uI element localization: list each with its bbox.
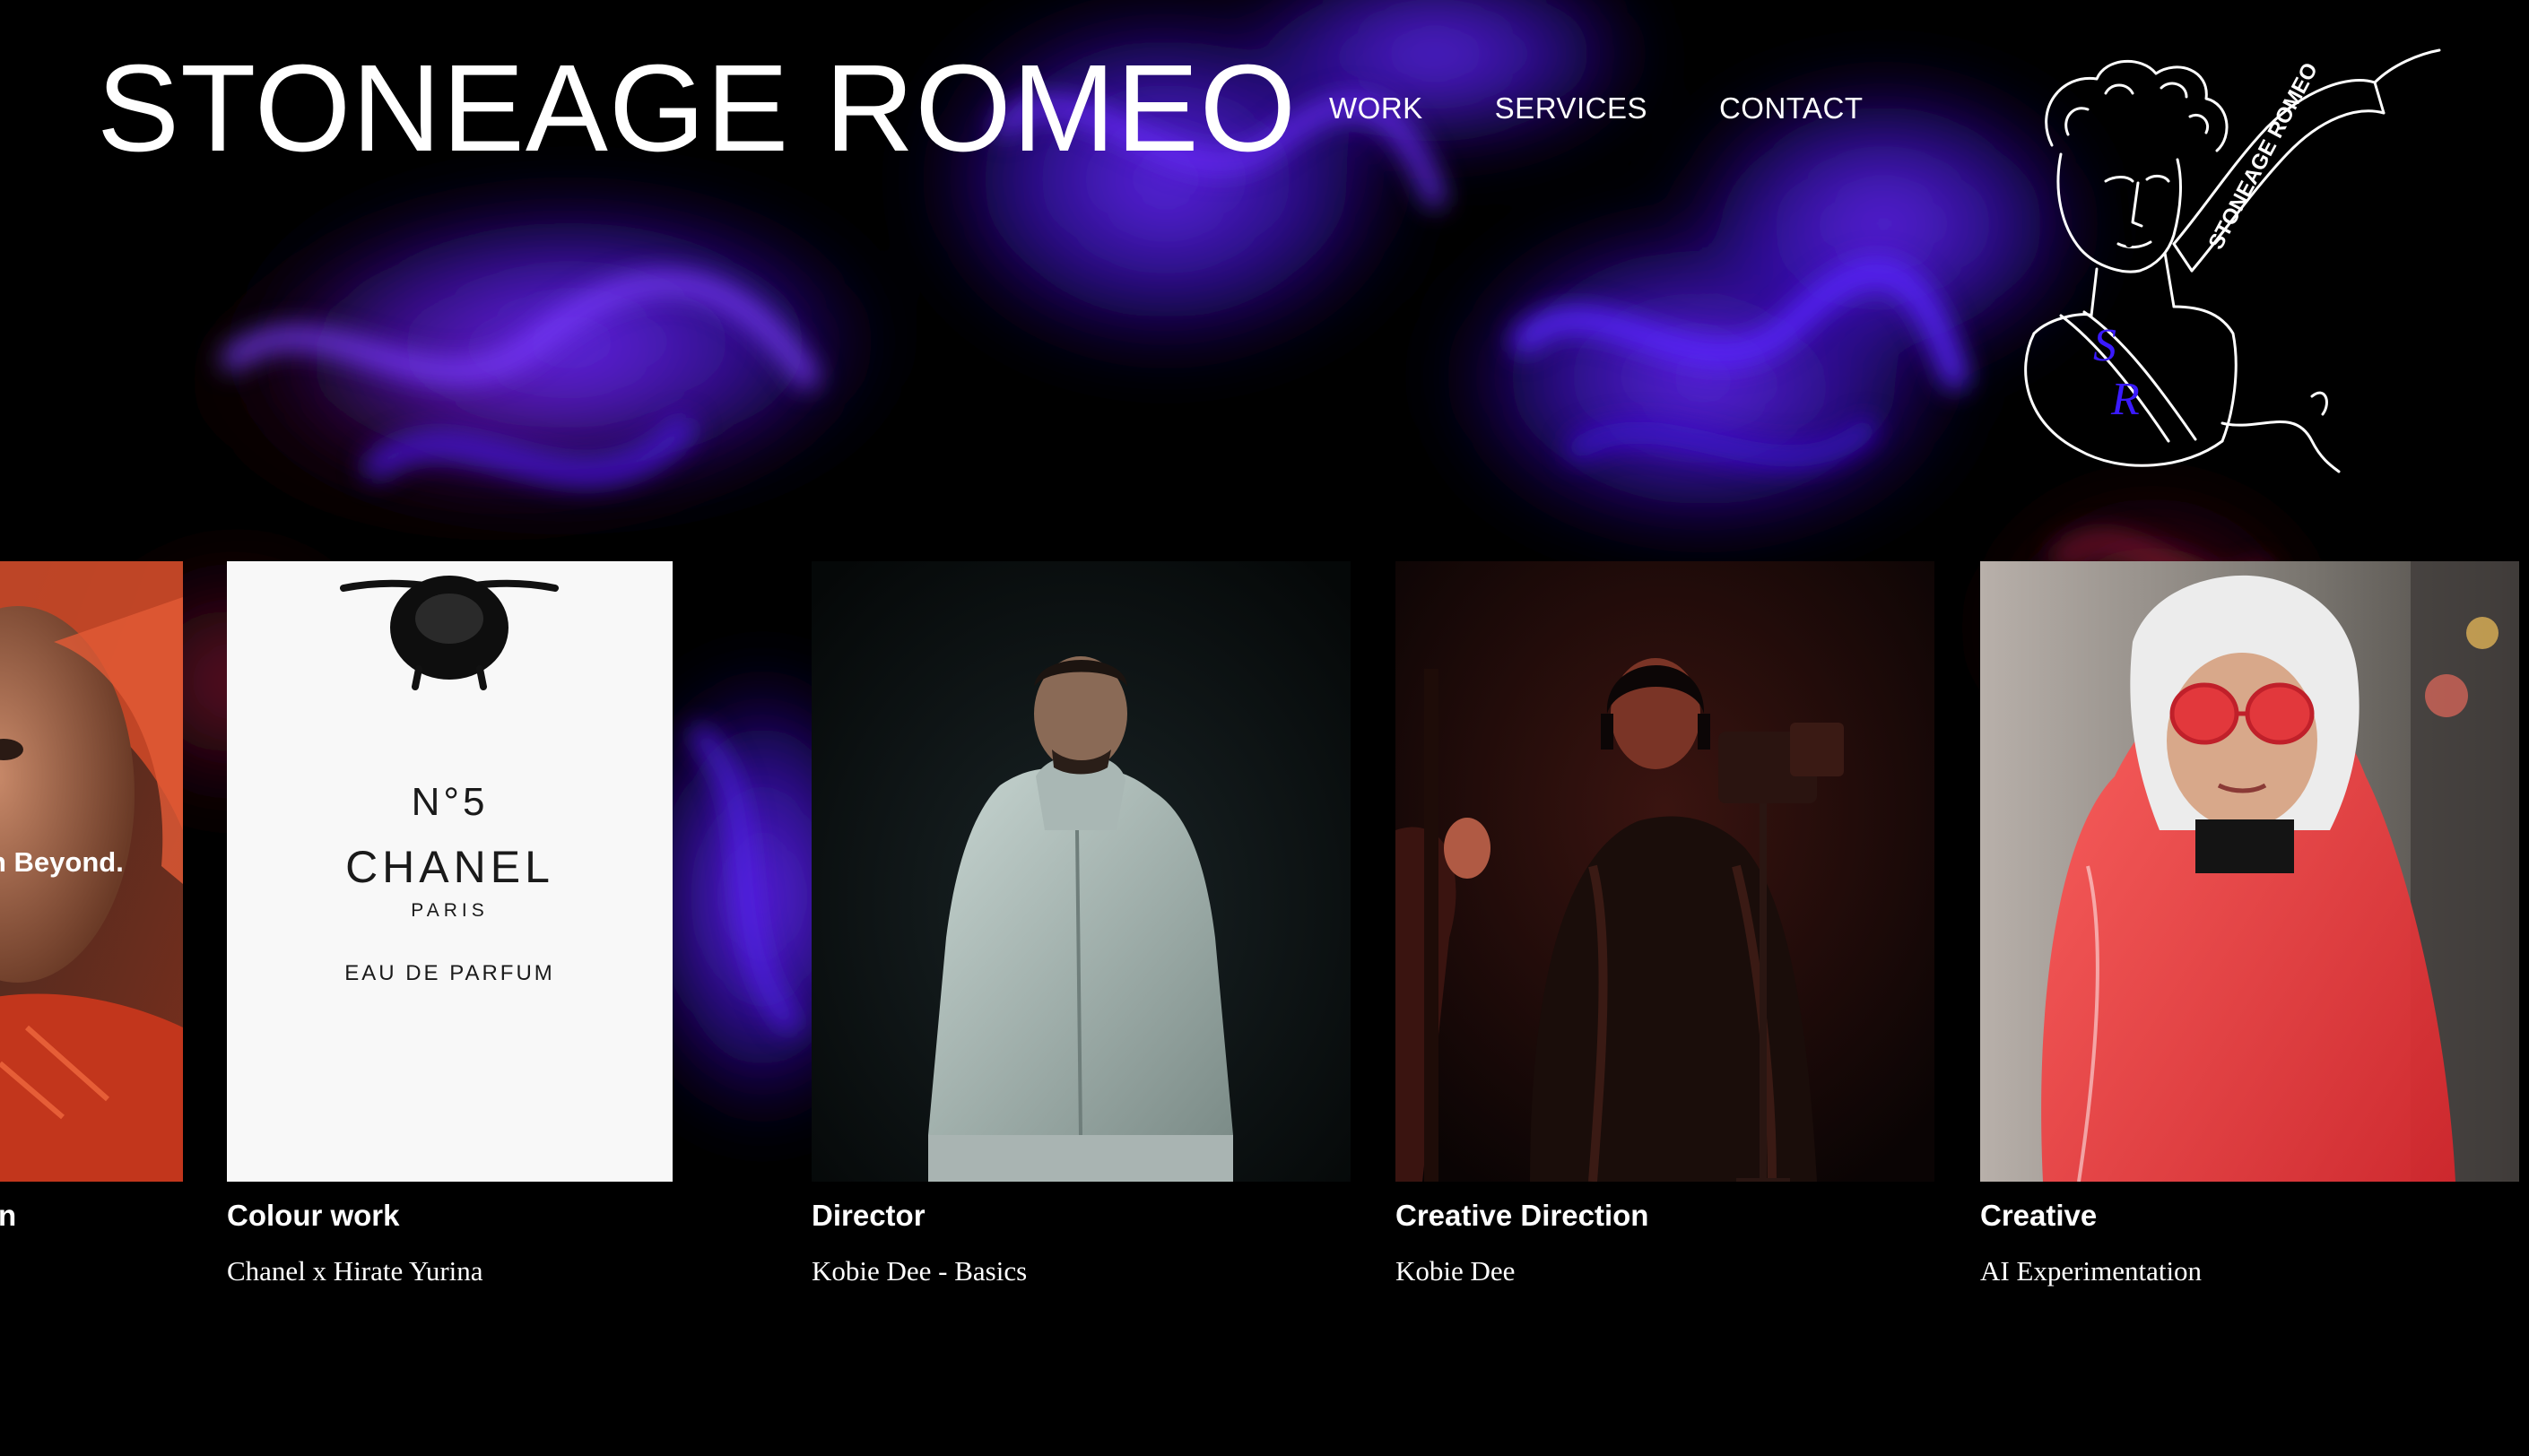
bottle-label-brand: CHANEL [345,842,554,892]
work-category-2[interactable]: Director [812,1198,926,1234]
work-category-4[interactable]: Creative [1980,1198,2097,1234]
work-thumbnail-0[interactable]: h Beyond. [0,561,183,1182]
work-thumbnail-2[interactable] [812,561,1351,1182]
bottle-label-city: PARIS [411,900,489,921]
work-thumbnail-4[interactable] [1980,561,2519,1182]
site-title[interactable]: STONEAGE ROMEO [97,41,1297,176]
work-project-1[interactable]: Chanel x Hirate Yurina [227,1253,483,1289]
nav-item-services[interactable]: SERVICES [1495,88,1647,129]
work-thumbnail-3[interactable] [1395,561,1934,1182]
bottle-label-no5: N°5 [411,780,489,824]
work-project-3[interactable]: Kobie Dee [1395,1253,1515,1289]
work-thumbnail-1[interactable]: N°5 CHANEL PARIS EAU DE PARFUM [227,561,673,1182]
work-category-0[interactable]: n [0,1198,16,1234]
logo-initial-s: S [2093,320,2116,371]
work-category-3[interactable]: Creative Direction [1395,1198,1648,1234]
work-category-1[interactable]: Colour work [227,1198,400,1234]
statue-bust-logo[interactable]: STONEAGE ROMEO S R [1998,47,2446,486]
logo-banner-text: STONEAGE ROMEO [2203,59,2323,254]
main-nav: WORK SERVICES CONTACT [1329,88,1864,129]
work-project-4[interactable]: AI Experimentation [1980,1253,2202,1289]
work-project-2[interactable]: Kobie Dee - Basics [812,1253,1027,1289]
bottle-label-type: EAU DE PARFUM [344,961,555,985]
nav-item-contact[interactable]: CONTACT [1719,88,1864,129]
nav-item-work[interactable]: WORK [1329,88,1423,129]
work-thumbnail-overlay-text-0: h Beyond. [0,846,124,878]
logo-initial-r: R [2110,374,2140,425]
